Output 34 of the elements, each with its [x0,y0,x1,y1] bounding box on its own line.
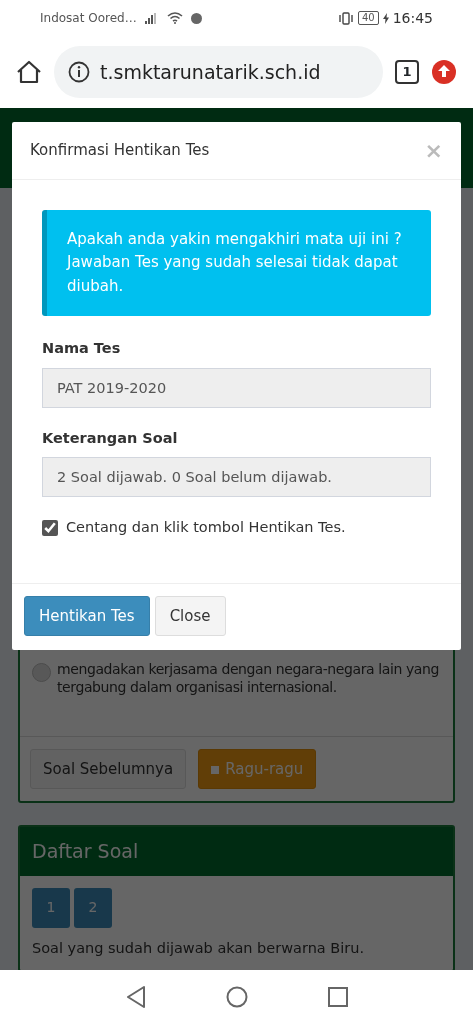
question-number-button[interactable]: 2 [74,887,112,928]
answer-option: mengadakan kerjasama dengan negara-negara lain yang tergabung dalam organisasi internasional. [57,660,445,697]
info-icon[interactable] [68,61,90,83]
card-header: Daftar Soal [20,827,453,876]
alert-message: Apakah anda yakin mengakhiri mata uji ini ? Jawaban Tes yang sudah selesai tidak dapat diubah. [42,210,431,316]
checkbox-label: Centang dan klik tombol Hentikan Tes. [66,518,346,538]
dot-icon [190,12,202,24]
field-label: Nama Tes [42,338,122,358]
legend-text: Soal yang sudah dijawab akan berwarna Biru. [31,938,366,958]
field-label: Keterangan Soal [42,428,179,448]
readonly-field[interactable]: 2 Soal dijawab. 0 Soal belum dijawab. [42,457,431,498]
readonly-field[interactable]: PAT 2019-2020 [42,367,431,408]
tab-count-button[interactable]: 1 [395,60,419,84]
charging-icon [382,12,389,24]
address-bar[interactable]: t.smktarunatarik.sch.id [54,46,383,98]
home-icon[interactable] [16,60,42,84]
url-text: t.smktarunatarik.sch.id [100,59,321,85]
recents-icon[interactable] [327,987,348,1007]
signal-icon [144,12,159,24]
upload-icon[interactable] [431,59,457,85]
modal-title: Konfirmasi Hentikan Tes [30,140,210,162]
previous-button[interactable]: Soal Sebelumnya [30,749,187,790]
close-button[interactable]: Close [154,596,226,636]
radio-button[interactable] [32,663,51,682]
clock-time: 16:45 [392,8,433,28]
wifi-icon [166,12,183,24]
back-icon[interactable] [125,986,146,1008]
carrier-name: Indosat Oored… [40,10,137,27]
battery-level: 40 [357,11,379,25]
home-icon[interactable] [225,986,248,1008]
stop-test-button[interactable]: Hentikan Tes [24,596,150,636]
confirm-checkbox[interactable] [42,520,58,537]
question-number-button[interactable]: 1 [32,887,70,928]
vibrate-icon [337,11,354,25]
